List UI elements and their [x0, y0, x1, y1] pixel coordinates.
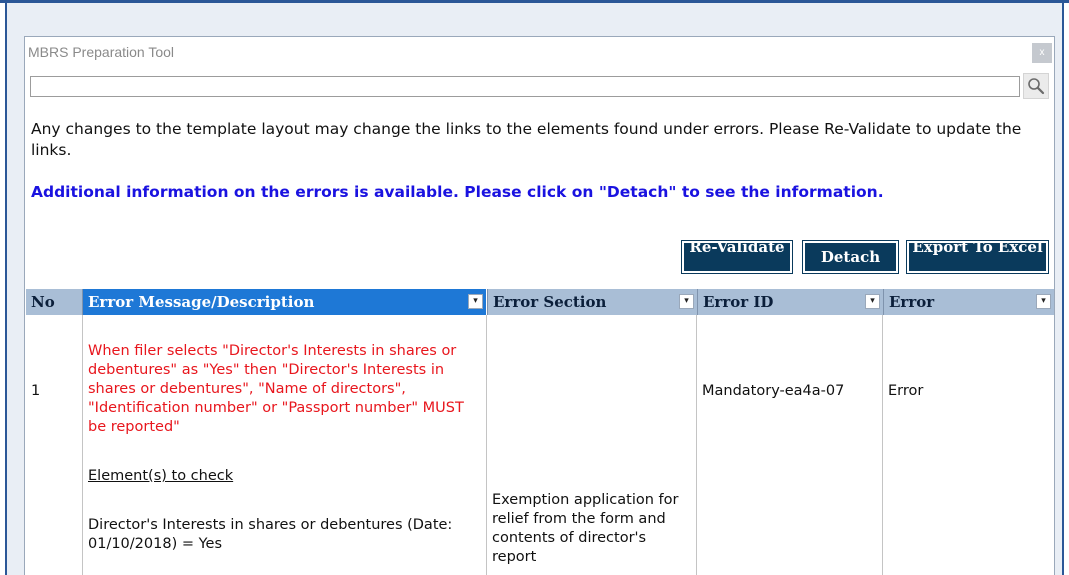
search-button[interactable]	[1023, 73, 1049, 99]
column-header-message-label: Error Message/Description	[88, 293, 315, 311]
table-row[interactable]: 1 When filer selects "Director's Interes…	[26, 315, 1054, 575]
panel-titlebar[interactable]: MBRS Preparation Tool x	[25, 37, 1054, 67]
column-header-message[interactable]: Error Message/Description ▾	[83, 289, 486, 315]
filter-dropdown-icon[interactable]: ▾	[1036, 294, 1051, 309]
column-header-no-label: No	[31, 293, 55, 311]
host-left-border	[5, 3, 7, 575]
errors-grid: No Error Message/Description ▾ Error Sec…	[26, 289, 1054, 575]
row-number: 1	[31, 383, 41, 399]
host-right-border	[1062, 3, 1064, 575]
filter-dropdown-icon[interactable]: ▾	[865, 294, 880, 309]
elements-to-check-link[interactable]: Element(s) to check	[88, 467, 233, 486]
export-to-excel-button[interactable]: Export To Excel	[906, 240, 1049, 274]
filter-dropdown-icon[interactable]: ▾	[679, 294, 694, 309]
cell-section: Exemption application for relief from th…	[487, 315, 697, 575]
column-header-error-label: Error	[889, 293, 935, 311]
layout-warning-text: Any changes to the template layout may c…	[31, 120, 1022, 159]
search-icon	[1028, 78, 1045, 95]
cell-message: When filer selects "Director's Interests…	[83, 315, 487, 575]
column-header-no[interactable]: No	[26, 289, 83, 315]
cell-error: Error	[883, 315, 1054, 575]
detach-button-label: Detach	[820, 248, 881, 266]
revalidate-button-label: Re-Validate	[689, 241, 785, 256]
close-button[interactable]: x	[1032, 43, 1052, 63]
search-input[interactable]	[30, 76, 1020, 97]
error-message-text: When filer selects "Director's Interests…	[88, 343, 464, 435]
column-header-error-id-label: Error ID	[703, 293, 774, 311]
detach-button[interactable]: Detach	[802, 240, 899, 274]
error-section-text: Exemption application for relief from th…	[492, 492, 679, 565]
cell-error-id: Mandatory-ea4a-07	[697, 315, 883, 575]
filter-dropdown-icon[interactable]: ▾	[468, 294, 483, 309]
column-header-error[interactable]: Error ▾	[883, 289, 1054, 315]
mbrs-preparation-panel: MBRS Preparation Tool x Any changes to t…	[24, 36, 1055, 575]
error-id-text: Mandatory-ea4a-07	[702, 383, 845, 399]
column-header-error-id[interactable]: Error ID ▾	[697, 289, 883, 315]
column-header-section[interactable]: Error Section ▾	[487, 289, 697, 315]
error-type-text: Error	[888, 383, 924, 399]
panel-title: MBRS Preparation Tool	[28, 44, 175, 60]
cell-no: 1	[26, 315, 83, 575]
column-header-section-label: Error Section	[493, 293, 607, 311]
revalidate-button[interactable]: Re-Validate	[681, 240, 793, 274]
export-button-label: Export To Excel	[912, 241, 1043, 256]
detach-hint-text: Additional information on the errors is …	[31, 183, 884, 201]
element-check-detail: Director's Interests in shares or debent…	[88, 517, 453, 552]
